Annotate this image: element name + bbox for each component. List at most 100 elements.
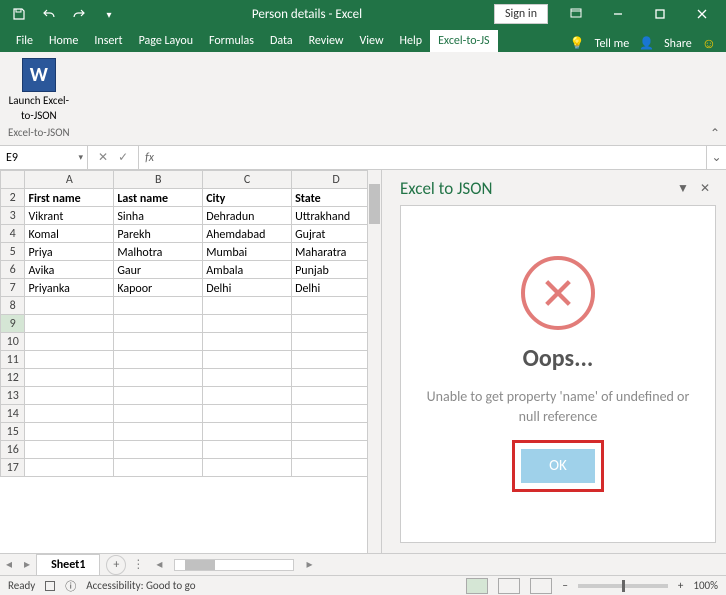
tab-insert[interactable]: Insert [86, 30, 130, 52]
expand-formula-icon[interactable]: ⌄ [706, 146, 726, 169]
fx-icon[interactable]: fx [139, 146, 160, 169]
cell[interactable]: Gaur [114, 261, 203, 279]
cell[interactable] [203, 459, 292, 477]
ribbon-options-icon[interactable] [556, 0, 596, 28]
tellme[interactable]: Tell me [595, 37, 630, 51]
cancel-formula-icon[interactable]: ✕ [98, 150, 108, 165]
cell[interactable]: Dehradun [203, 207, 292, 225]
save-icon[interactable] [8, 3, 30, 25]
taskpane-close-icon[interactable]: ✕ [694, 181, 716, 196]
tab-data[interactable]: Data [262, 30, 301, 52]
sheet-nav-prev-icon[interactable]: ◂ [0, 557, 18, 572]
cell[interactable] [114, 387, 203, 405]
row-header[interactable]: 2 [1, 189, 25, 207]
cell[interactable]: Last name [114, 189, 203, 207]
col-header[interactable]: C [203, 171, 292, 189]
sheet-nav-next-icon[interactable]: ▸ [18, 557, 36, 572]
cell[interactable] [25, 441, 114, 459]
cell[interactable]: Vikrant [25, 207, 114, 225]
share-icon[interactable]: 👤 [639, 36, 654, 51]
macro-record-icon[interactable] [45, 581, 55, 591]
row-header[interactable]: 8 [1, 297, 25, 315]
minimize-icon[interactable] [598, 0, 638, 28]
row-header[interactable]: 10 [1, 333, 25, 351]
cell[interactable]: Malhotra [114, 243, 203, 261]
cell[interactable] [114, 405, 203, 423]
tab-page-layou[interactable]: Page Layou [131, 30, 201, 52]
undo-icon[interactable] [38, 3, 60, 25]
cell[interactable]: First name [25, 189, 114, 207]
page-break-view-icon[interactable] [530, 578, 552, 594]
row-header[interactable]: 3 [1, 207, 25, 225]
cell[interactable] [203, 315, 292, 333]
cell[interactable] [25, 351, 114, 369]
col-header[interactable]: B [114, 171, 203, 189]
cell[interactable] [114, 423, 203, 441]
cell[interactable]: Sinha [114, 207, 203, 225]
cell[interactable] [203, 351, 292, 369]
cell[interactable]: Delhi [203, 279, 292, 297]
cell[interactable]: Komal [25, 225, 114, 243]
cell[interactable] [203, 369, 292, 387]
row-header[interactable]: 11 [1, 351, 25, 369]
cell[interactable] [203, 423, 292, 441]
cell[interactable] [114, 441, 203, 459]
hscroll-right-icon[interactable]: ▸ [300, 557, 318, 572]
cell[interactable] [203, 333, 292, 351]
ok-button[interactable]: OK [521, 449, 595, 483]
feedback-icon[interactable]: ☺ [702, 35, 716, 52]
tab-excel-to-js[interactable]: Excel-to-JS [430, 30, 498, 52]
tab-review[interactable]: Review [301, 30, 352, 52]
row-header[interactable]: 13 [1, 387, 25, 405]
cell[interactable] [114, 297, 203, 315]
cell[interactable] [114, 333, 203, 351]
row-header[interactable]: 4 [1, 225, 25, 243]
tab-home[interactable]: Home [41, 30, 86, 52]
cell[interactable]: City [203, 189, 292, 207]
cell[interactable] [114, 459, 203, 477]
qat-customize-icon[interactable]: ▾ [98, 3, 120, 25]
zoom-in-icon[interactable]: + [678, 579, 683, 592]
redo-icon[interactable] [68, 3, 90, 25]
cell[interactable] [203, 297, 292, 315]
cell[interactable] [25, 333, 114, 351]
cell[interactable]: Ambala [203, 261, 292, 279]
maximize-icon[interactable] [640, 0, 680, 28]
tab-formulas[interactable]: Formulas [201, 30, 262, 52]
cell[interactable] [203, 441, 292, 459]
accessibility-icon[interactable]: ⓘ [65, 578, 76, 594]
zoom-level[interactable]: 100% [693, 579, 718, 592]
lightbulb-icon[interactable]: 💡 [570, 36, 585, 51]
row-header[interactable]: 12 [1, 369, 25, 387]
sheet-tab[interactable]: Sheet1 [36, 554, 100, 575]
tab-file[interactable]: File [8, 30, 41, 52]
signin-button[interactable]: Sign in [494, 4, 548, 24]
cell[interactable]: Priyanka [25, 279, 114, 297]
horizontal-scrollbar[interactable] [174, 559, 294, 571]
row-header[interactable]: 14 [1, 405, 25, 423]
share-button[interactable]: Share [664, 37, 692, 51]
cell[interactable] [114, 315, 203, 333]
cell[interactable] [25, 405, 114, 423]
cell[interactable]: Kapoor [114, 279, 203, 297]
row-header[interactable]: 16 [1, 441, 25, 459]
formula-input[interactable] [160, 146, 706, 169]
collapse-ribbon-icon[interactable]: ⌃ [710, 126, 720, 141]
accept-formula-icon[interactable]: ✓ [118, 150, 128, 165]
col-header[interactable]: A [25, 171, 114, 189]
cell[interactable] [203, 387, 292, 405]
page-layout-view-icon[interactable] [498, 578, 520, 594]
taskpane-menu-icon[interactable]: ▼ [672, 181, 694, 196]
cell[interactable] [25, 387, 114, 405]
add-sheet-icon[interactable]: + [106, 555, 126, 575]
normal-view-icon[interactable] [466, 578, 488, 594]
zoom-out-icon[interactable]: − [562, 579, 567, 592]
row-header[interactable]: 7 [1, 279, 25, 297]
name-box[interactable]: E9 [0, 146, 88, 169]
ribbon-group-launch[interactable]: W Launch Excel- to-JSON Excel-to-JSON [8, 58, 70, 139]
row-header[interactable]: 17 [1, 459, 25, 477]
close-icon[interactable] [682, 0, 722, 28]
cell[interactable]: Priya [25, 243, 114, 261]
row-header[interactable]: 9 [1, 315, 25, 333]
cell[interactable] [114, 351, 203, 369]
